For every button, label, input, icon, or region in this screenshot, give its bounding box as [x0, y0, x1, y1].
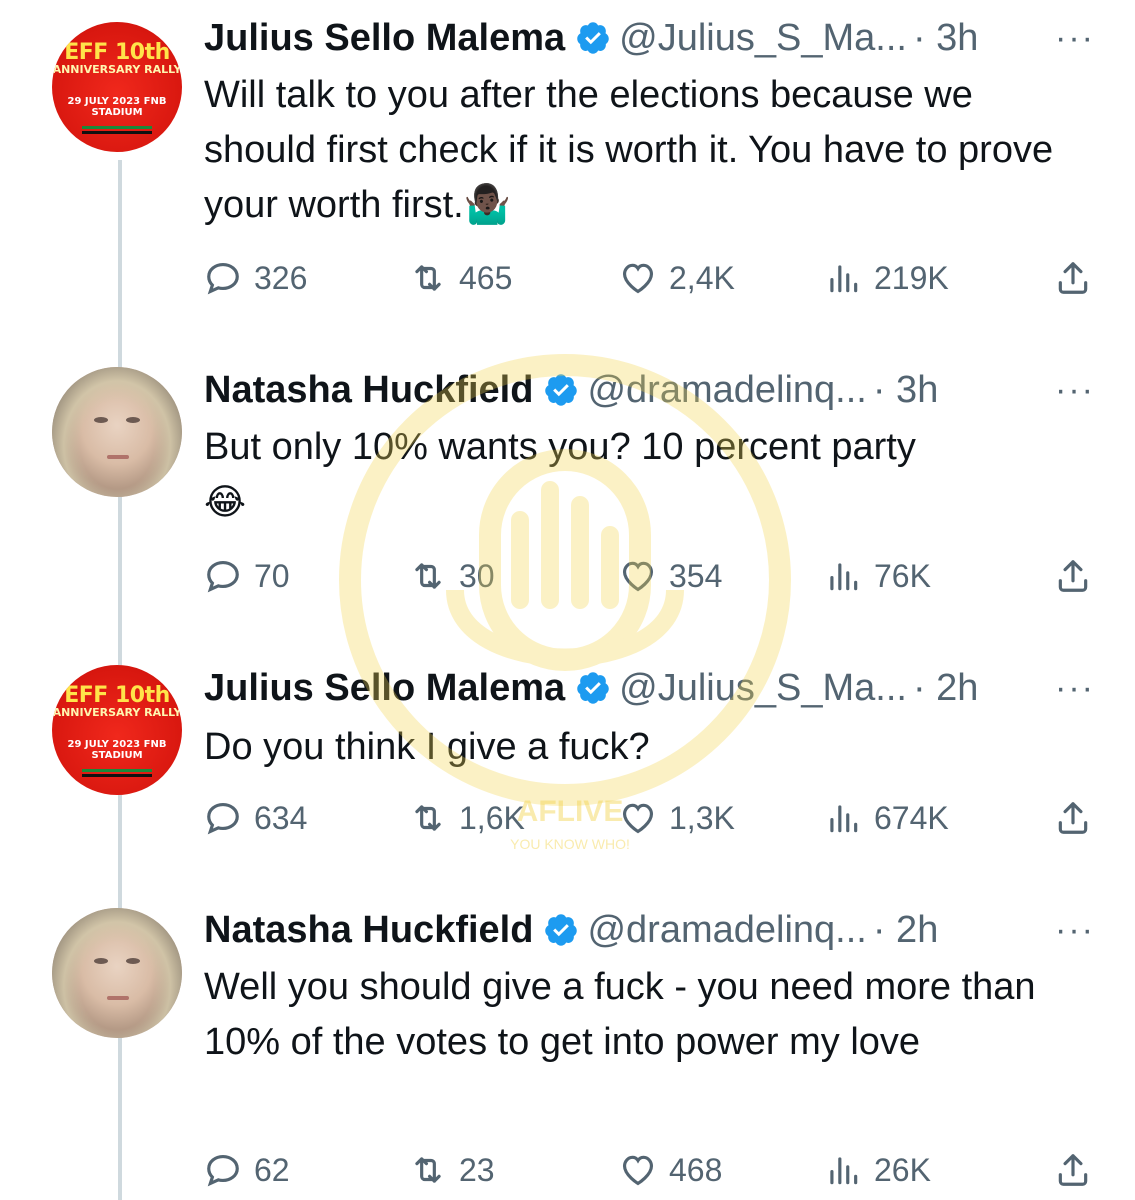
handle[interactable]: @dramadelinq...: [587, 908, 866, 952]
reply-count: 62: [254, 1151, 290, 1188]
tweet[interactable]: Natasha Huckfield @dramadelinq... · 2h ·…: [0, 0, 1135, 1200]
tweet-text: Well you should give a fuck - you need m…: [204, 966, 1036, 1063]
share-icon: [1058, 1154, 1088, 1186]
like-icon: [622, 1155, 654, 1186]
share-button[interactable]: [1054, 1150, 1092, 1190]
views-button[interactable]: 26K: [824, 1150, 931, 1190]
retweet-icon: [415, 1157, 441, 1183]
more-icon[interactable]: ···: [1055, 908, 1095, 952]
tweet-header: Natasha Huckfield @dramadelinq... · 2h ·…: [204, 908, 1095, 952]
reply-button[interactable]: 62: [204, 1150, 290, 1190]
avatar[interactable]: [52, 908, 182, 1038]
display-name[interactable]: Natasha Huckfield: [204, 908, 533, 952]
views-icon: [830, 1157, 858, 1185]
view-count: 26K: [874, 1151, 931, 1188]
tweet-actions: 62 23 468 26K: [204, 1150, 1094, 1190]
like-button[interactable]: 468: [619, 1150, 722, 1190]
retweet-button[interactable]: 23: [409, 1150, 495, 1190]
retweet-count: 23: [459, 1151, 495, 1188]
verified-badge-icon: [545, 914, 578, 946]
like-count: 468: [669, 1151, 723, 1188]
timestamp[interactable]: · 2h: [873, 908, 938, 952]
reply-icon: [207, 1154, 239, 1187]
